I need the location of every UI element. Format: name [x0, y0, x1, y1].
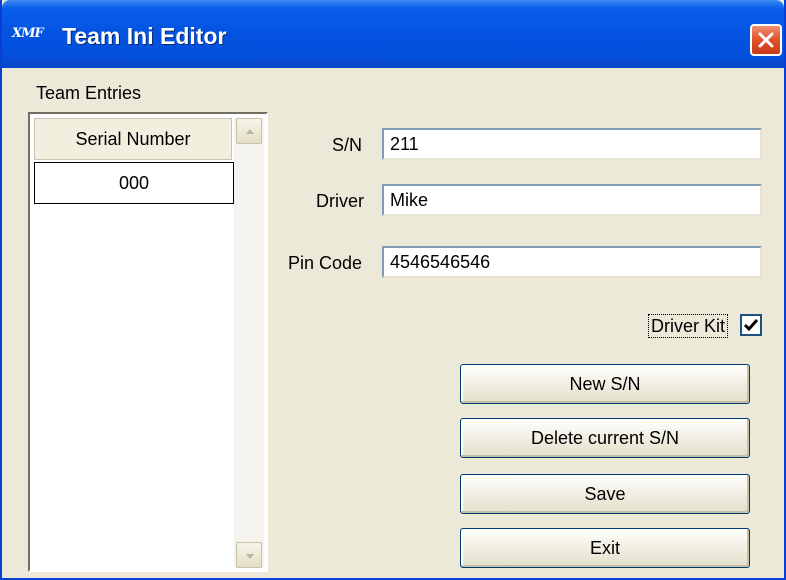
sn-label: S/N: [332, 135, 363, 155]
arrow-up-icon: [246, 129, 254, 134]
team-entries-label: Team Entries: [36, 83, 142, 103]
window-title: Team Ini Editor: [62, 23, 227, 49]
driver-kit-label[interactable]: Driver Kit: [648, 314, 729, 338]
close-icon: [758, 32, 774, 48]
driver-kit-checkbox[interactable]: [740, 314, 762, 336]
serial-number-column-header[interactable]: Serial Number: [34, 118, 232, 160]
serial-number-list[interactable]: Serial Number 000: [28, 112, 268, 572]
new-sn-button[interactable]: New S/N: [460, 364, 750, 404]
checkmark-icon: [743, 319, 759, 332]
scroll-down-button[interactable]: [236, 542, 262, 568]
team-ini-editor-window: XMF Team Ini Editor Team Entries Serial …: [0, 0, 786, 580]
vertical-scrollbar[interactable]: [234, 118, 264, 568]
list-item[interactable]: 000: [34, 162, 234, 204]
exit-button[interactable]: Exit: [460, 528, 750, 568]
pin-code-input[interactable]: [382, 246, 762, 278]
delete-current-sn-button[interactable]: Delete current S/N: [460, 418, 750, 458]
close-button[interactable]: [750, 24, 782, 56]
app-logo-icon: XMF: [12, 26, 44, 41]
scroll-up-button[interactable]: [236, 118, 262, 144]
driver-input[interactable]: [382, 184, 762, 216]
title-bar[interactable]: XMF Team Ini Editor: [2, 0, 784, 68]
sn-input[interactable]: [382, 128, 762, 160]
save-button[interactable]: Save: [460, 474, 750, 514]
pin-code-label: Pin Code: [288, 253, 363, 273]
driver-label: Driver: [316, 191, 364, 211]
arrow-down-icon: [246, 554, 254, 559]
